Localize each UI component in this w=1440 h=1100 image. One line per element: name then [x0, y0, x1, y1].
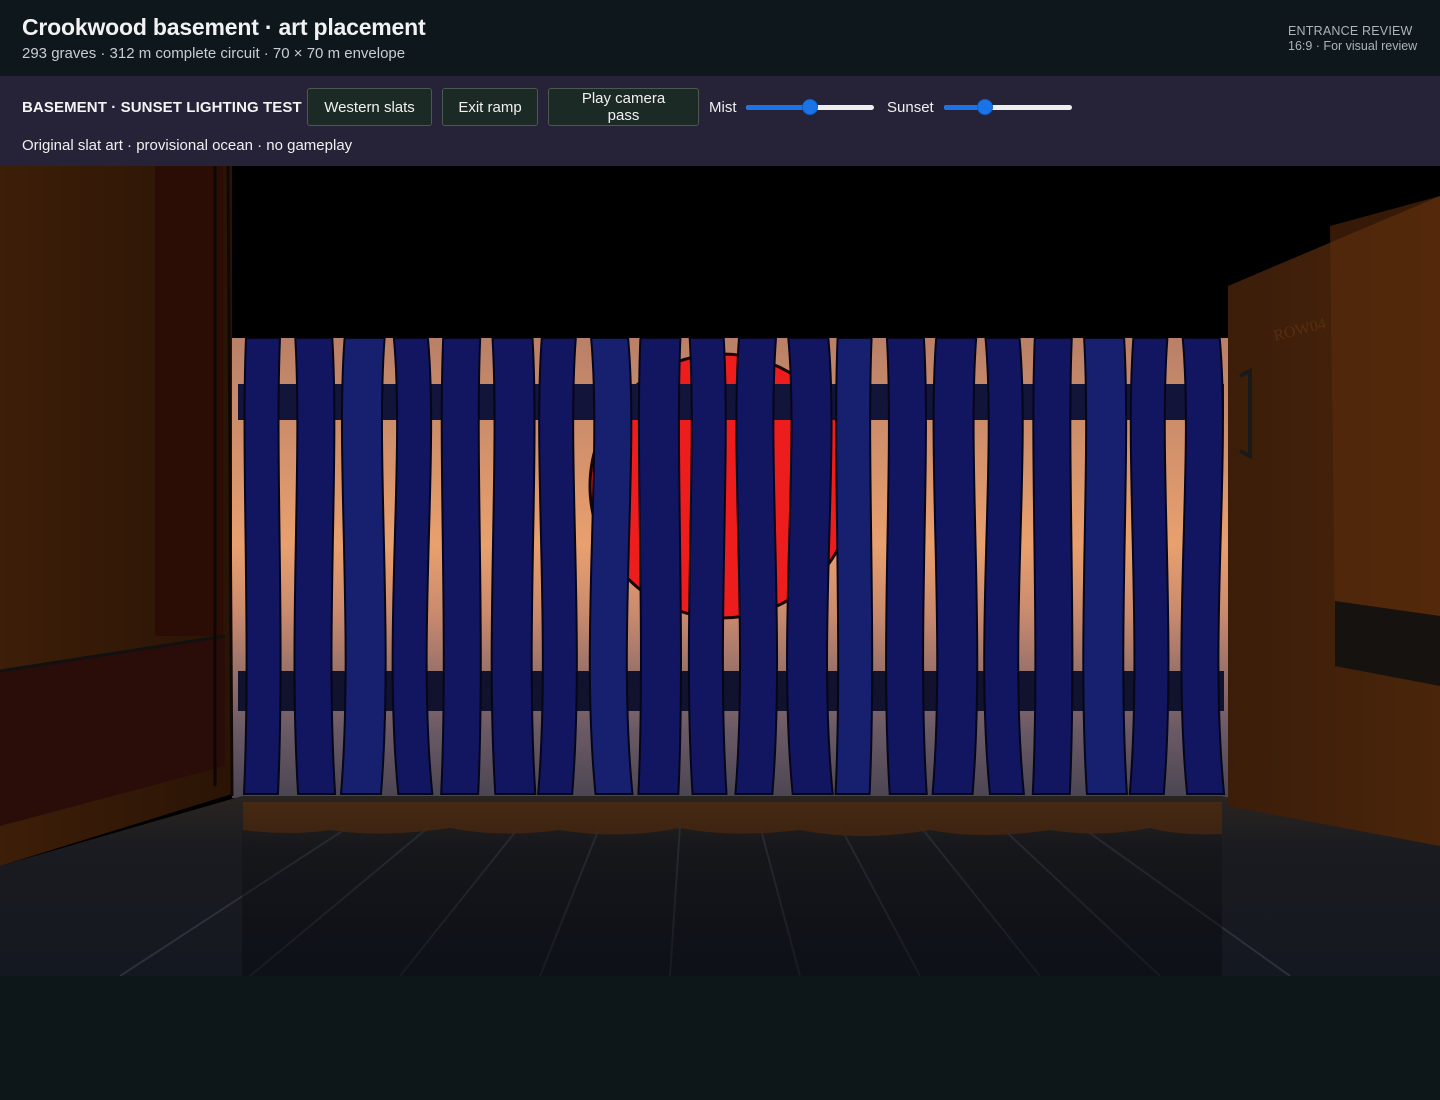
western-slats-button[interactable]: Western slats	[307, 88, 432, 126]
fence-slat	[391, 337, 434, 795]
fence-slat	[786, 337, 834, 795]
fence-slat	[931, 337, 979, 795]
page-title: Crookwood basement · art placement	[22, 14, 426, 40]
app-header: Crookwood basement · art placement 293 g…	[0, 0, 1440, 76]
review-detail: 16:9 · For visual review	[1288, 39, 1418, 53]
fence-slat	[834, 337, 874, 795]
scene-note: Original slat art · provisional ocean · …	[22, 137, 353, 154]
fence-slat	[734, 337, 779, 795]
review-label: ENTRANCE REVIEW	[1288, 24, 1413, 38]
page-subtitle: 293 graves · 312 m complete circuit · 70…	[22, 45, 406, 62]
fence-slat	[440, 337, 482, 795]
mist-slider-fill	[746, 105, 810, 110]
mist-slider[interactable]	[746, 99, 874, 115]
fence-slat	[687, 337, 728, 795]
scene-label: BASEMENT · SUNSET LIGHTING TEST	[22, 99, 302, 116]
fence-slat	[588, 337, 634, 795]
fence-top-rail	[238, 384, 1224, 420]
review-info: ENTRANCE REVIEW 16:9 · For visual review	[1288, 24, 1418, 53]
mist-label: Mist	[709, 99, 737, 116]
fence-slat	[490, 337, 537, 795]
scene-canvas: ROW04	[0, 166, 1440, 976]
toolbar: BASEMENT · SUNSET LIGHTING TEST Western …	[0, 76, 1440, 166]
mist-slider-thumb[interactable]	[802, 99, 818, 115]
left-curtain	[155, 166, 223, 636]
scene-viewport[interactable]: ROW04	[0, 166, 1440, 976]
fence-slat	[637, 337, 682, 795]
fence-slat	[537, 337, 578, 795]
fence-slat	[242, 337, 282, 795]
fence-slat	[885, 337, 928, 795]
fence-slat	[339, 337, 387, 795]
fence-slat	[1082, 337, 1128, 795]
fence-slat	[1031, 337, 1074, 795]
play-camera-pass-button[interactable]: Play camera pass	[548, 88, 699, 126]
sunset-label: Sunset	[887, 99, 934, 116]
fence-slat	[1180, 337, 1226, 795]
sunset-slider[interactable]	[944, 99, 1072, 115]
fence-slat	[293, 337, 337, 795]
fence-slat	[983, 337, 1026, 795]
sunset-slider-thumb[interactable]	[977, 99, 993, 115]
fence-slat	[1128, 337, 1170, 795]
exit-ramp-button[interactable]: Exit ramp	[442, 88, 538, 126]
